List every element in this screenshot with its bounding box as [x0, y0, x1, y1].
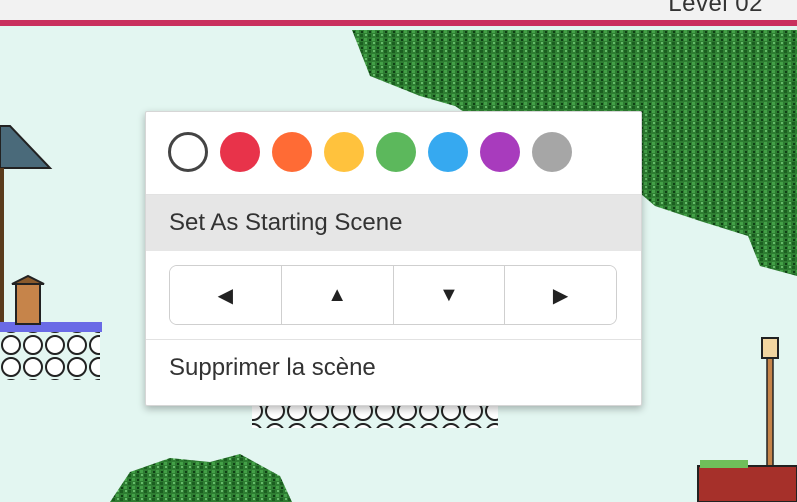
house-bottom-right — [697, 460, 797, 502]
move-left-button[interactable]: ◀ — [170, 266, 281, 324]
color-swatch-blue[interactable] — [428, 132, 468, 172]
move-scene-buttons: ◀ ▲ ▼ ▶ — [169, 265, 617, 325]
tower-left — [0, 125, 102, 380]
triangle-left-icon: ◀ — [217, 284, 234, 307]
set-starting-scene-item[interactable]: Set As Starting Scene — [146, 195, 641, 251]
triangle-down-icon: ▼ — [438, 283, 459, 306]
color-swatch-yellow[interactable] — [324, 132, 364, 172]
color-swatch-green[interactable] — [376, 132, 416, 172]
move-down-button[interactable]: ▼ — [392, 266, 505, 324]
move-up-button[interactable]: ▲ — [280, 266, 393, 324]
color-swatch-row — [168, 132, 584, 172]
triangle-right-icon: ▶ — [552, 284, 569, 307]
level-label: Level 02 — [668, 0, 763, 17]
color-swatch-orange[interactable] — [272, 132, 312, 172]
color-swatch-gray[interactable] — [532, 132, 572, 172]
move-right-button[interactable]: ▶ — [504, 266, 616, 324]
color-swatch-red[interactable] — [220, 132, 260, 172]
color-swatch-purple[interactable] — [480, 132, 520, 172]
color-swatch-none[interactable] — [168, 132, 208, 172]
delete-scene-item[interactable]: Supprimer la scène — [146, 340, 641, 396]
bush-bottom — [110, 454, 292, 502]
title-bar: Level 02 — [0, 0, 797, 20]
scene-context-menu: Set As Starting Scene ◀ ▲ ▼ ▶ Supprimer … — [145, 111, 642, 406]
triangle-up-icon: ▲ — [327, 283, 348, 306]
